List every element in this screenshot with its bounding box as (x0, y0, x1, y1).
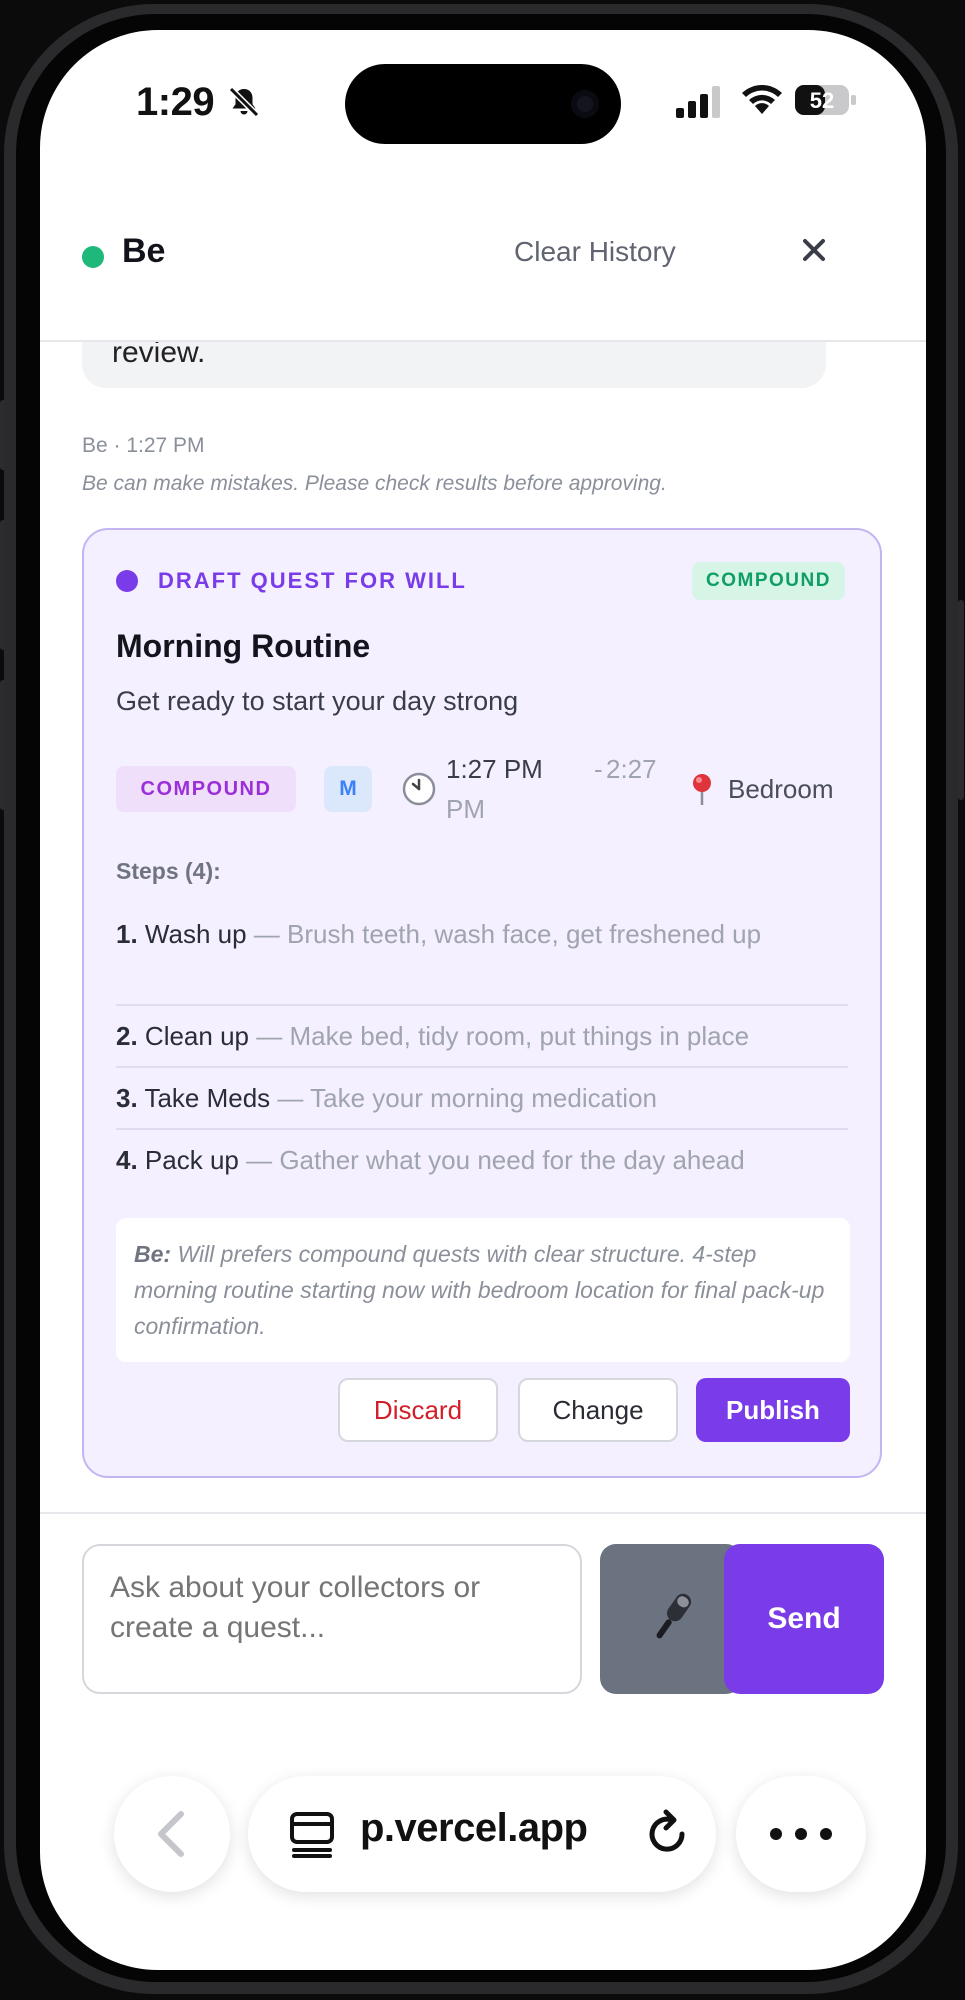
message-meta: Be · 1:27 PM (82, 434, 205, 457)
clear-history-button[interactable]: Clear History (514, 236, 676, 268)
quest-type-tag: COMPOUND (116, 766, 296, 812)
quest-type-badge: COMPOUND (692, 562, 845, 600)
browser-back-button[interactable] (114, 1776, 230, 1892)
step-description: — Gather what you need for the day ahead (238, 1145, 745, 1175)
quest-time-separator: - (594, 754, 603, 784)
url-text: p.vercel.app (360, 1806, 588, 1850)
tabs-icon (290, 1812, 334, 1858)
assistant-name: Be (122, 232, 166, 270)
draft-quest-card: DRAFT QUEST FOR WILL COMPOUND Morning Ro… (82, 528, 882, 1478)
quest-time-start: 1:27 PM (446, 754, 543, 784)
step-number: 1. (116, 919, 138, 949)
chat-input[interactable] (82, 1544, 582, 1694)
online-status-dot (82, 246, 104, 268)
step-item: 4. Pack up — Gather what you need for th… (116, 1140, 848, 1180)
quest-size-tag: M (324, 766, 372, 812)
camera-icon (571, 90, 599, 118)
step-description: — Take your morning medication (270, 1083, 658, 1113)
more-icon (770, 1828, 832, 1840)
step-divider (116, 1004, 848, 1006)
quest-time-end-suffix: PM (446, 794, 485, 824)
quest-time-end: 2:27 (606, 754, 657, 784)
quest-location: Bedroom (728, 774, 834, 804)
step-number: 4. (116, 1145, 138, 1175)
pin-icon (693, 774, 711, 805)
battery-level: 52 (810, 88, 834, 113)
send-button[interactable]: Send (724, 1544, 884, 1694)
step-divider (116, 1066, 848, 1068)
quest-title: Morning Routine (116, 628, 371, 664)
more-options-button[interactable] (736, 1776, 866, 1892)
status-time: 1:29 (136, 80, 215, 124)
device-bezel: 1:29 52 Be Clear History review. Be · 1:… (0, 0, 965, 2000)
microphone-button[interactable] (600, 1544, 742, 1694)
discard-button[interactable]: Discard (338, 1378, 498, 1442)
phone-screen: 1:29 52 Be Clear History review. Be · 1:… (40, 30, 926, 1970)
close-icon (803, 239, 825, 261)
step-name: Clean up (144, 1021, 249, 1051)
step-name: Take Meds (144, 1083, 271, 1113)
side-button (958, 600, 964, 800)
previous-message-text: review. (112, 342, 206, 369)
step-item: 3. Take Meds — Take your morning medicat… (116, 1078, 848, 1118)
step-description: — Make bed, tidy room, put things in pla… (249, 1021, 750, 1051)
step-name: Pack up (144, 1145, 239, 1175)
step-divider (116, 1128, 848, 1130)
change-button[interactable]: Change (518, 1378, 678, 1442)
draft-label: DRAFT QUEST FOR WILL (158, 568, 467, 593)
step-name: Wash up (144, 919, 247, 949)
microphone-icon (656, 1593, 692, 1639)
assistant-note: Be: Will prefers compound quests with cl… (116, 1218, 850, 1362)
chat-messages[interactable]: review. Be · 1:27 PM Be can make mistake… (40, 342, 926, 1542)
step-description: — Brush teeth, wash face, get freshened … (246, 919, 762, 949)
wifi-icon (742, 85, 782, 114)
note-text: Will prefers compound quests with clear … (134, 1241, 825, 1339)
draft-dot (116, 570, 138, 592)
disclaimer: Be can make mistakes. Please check resul… (82, 472, 667, 495)
bell-slash-icon (228, 86, 260, 118)
clock-icon (402, 772, 436, 806)
note-author: Be: (134, 1241, 172, 1267)
step-item: 1. Wash up — Brush teeth, wash face, get… (116, 914, 848, 954)
back-icon (158, 1811, 184, 1857)
status-bar: 1:29 52 (40, 30, 926, 180)
reload-icon[interactable] (642, 1808, 692, 1860)
address-bar[interactable]: p.vercel.app (248, 1776, 716, 1892)
step-item: 2. Clean up — Make bed, tidy room, put t… (116, 1016, 848, 1056)
signal-icon (676, 86, 720, 118)
step-number: 3. (116, 1083, 138, 1113)
quest-subtitle: Get ready to start your day strong (116, 686, 519, 716)
publish-button[interactable]: Publish (696, 1378, 850, 1442)
step-number: 2. (116, 1021, 138, 1051)
close-button[interactable] (792, 228, 836, 272)
battery-icon: 52 (795, 85, 856, 115)
dynamic-island (345, 64, 621, 144)
steps-heading: Steps (4): (116, 858, 221, 884)
